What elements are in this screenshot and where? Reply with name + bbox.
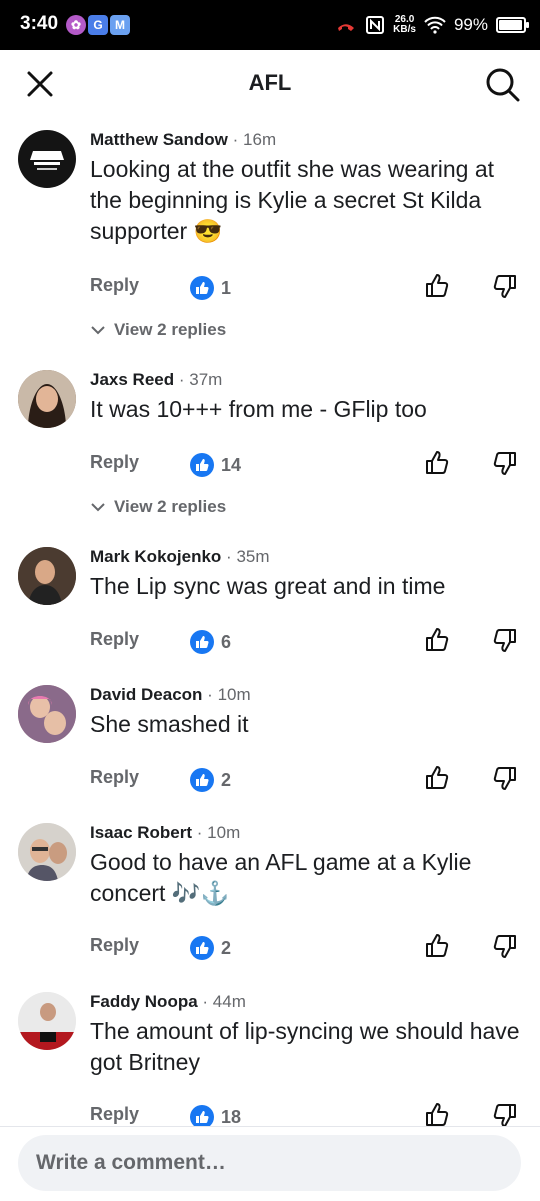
call-icon [338,24,355,31]
author-name[interactable]: Isaac Robert [90,823,192,842]
top-bar: AFL [0,50,540,116]
battery-percent: 99% [453,15,488,34]
search-icon [486,68,520,102]
comment-actions: Reply 2 [0,764,540,797]
like-icon [190,936,214,960]
comment-actions: Reply 1 [0,272,540,305]
comment-actions: Reply 14 [0,449,540,482]
comment-time: 10m [217,685,251,704]
author-name[interactable]: Faddy Noopa [90,992,198,1011]
like-icon [190,630,214,654]
battery-icon [496,17,529,33]
reply-button[interactable]: Reply [90,767,139,788]
avatar[interactable] [18,992,76,1050]
like-count: 2 [190,768,231,792]
status-time: 3:40 [20,13,59,34]
mail-icon: M [110,15,130,35]
avatar[interactable] [18,370,76,428]
like-count: 1 [190,276,231,300]
comment-time: 16m [243,130,277,149]
like-icon [190,453,214,477]
author-name[interactable]: Jaxs Reed [90,370,174,389]
thumbs-up-icon[interactable] [424,932,452,965]
comment-meta: Isaac Robert · 10m [90,823,241,842]
comment-text: Looking at the outfit she was wearing at… [90,156,495,244]
comment-time: 37m [189,370,223,389]
reply-button[interactable]: Reply [90,935,139,956]
comment-actions: Reply 6 [0,626,540,659]
comment-meta: Faddy Noopa · 44m [90,992,246,1011]
like-count: 14 [190,453,241,477]
avatar[interactable] [18,547,76,605]
comment-composer-bar: Write a comment… [0,1126,540,1201]
comment-meta: Jaxs Reed · 37m [90,370,223,389]
like-icon [190,768,214,792]
like-count: 2 [190,936,231,960]
comment-text: It was 10+++ from me - GFlip too [90,396,427,422]
comment-time: 44m [212,992,246,1011]
search-button[interactable] [482,64,522,104]
thumbs-up-icon[interactable] [424,449,452,482]
chevron-down-icon [91,326,105,335]
comment-input-placeholder: Write a comment… [36,1151,226,1174]
comment-meta: Mark Kokojenko · 35m [90,547,270,566]
view-replies-button[interactable]: View 2 replies [90,320,226,340]
thumbs-down-icon[interactable] [490,764,518,797]
thumbs-down-icon[interactable] [490,626,518,659]
like-count: 6 [190,630,231,654]
reply-button[interactable]: Reply [90,452,139,473]
comment-meta: Matthew Sandow · 16m [90,130,277,149]
comment-time: 35m [236,547,270,566]
status-bar: 3:40 ✿ G M 26.0 KB/s 99% [0,0,540,50]
thumbs-down-icon[interactable] [490,932,518,965]
comment-time: 10m [207,823,241,842]
wifi-icon [424,16,446,34]
view-replies-button[interactable]: View 2 replies [90,497,226,517]
app-icon: ✿ [66,15,86,35]
comment-text: Good to have an AFL game at a Kylie conc… [90,849,472,906]
comment-input[interactable]: Write a comment… [18,1135,521,1191]
thumbs-up-icon[interactable] [424,764,452,797]
like-icon [190,276,214,300]
comment-text: She smashed it [90,711,249,737]
network-speed: 26.0 KB/s [393,14,416,35]
reply-button[interactable]: Reply [90,629,139,650]
chevron-down-icon [91,503,105,512]
author-name[interactable]: David Deacon [90,685,202,704]
comment-actions: Reply 2 [0,932,540,965]
thumbs-down-icon[interactable] [490,449,518,482]
thumbs-up-icon[interactable] [424,272,452,305]
thumbs-up-icon[interactable] [424,626,452,659]
google-icon: G [88,15,108,35]
page-title: AFL [248,70,292,95]
avatar[interactable] [18,130,76,188]
author-name[interactable]: Matthew Sandow [90,130,228,149]
avatar[interactable] [18,685,76,743]
comment-text: The Lip sync was great and in time [90,573,446,599]
author-name[interactable]: Mark Kokojenko [90,547,221,566]
reply-button[interactable]: Reply [90,275,139,296]
comment-meta: David Deacon · 10m [90,685,251,704]
avatar[interactable] [18,823,76,881]
nfc-icon [366,16,385,34]
reply-button[interactable]: Reply [90,1104,139,1125]
thumbs-down-icon[interactable] [490,272,518,305]
comment-text: The amount of lip-syncing we should have… [90,1018,520,1075]
